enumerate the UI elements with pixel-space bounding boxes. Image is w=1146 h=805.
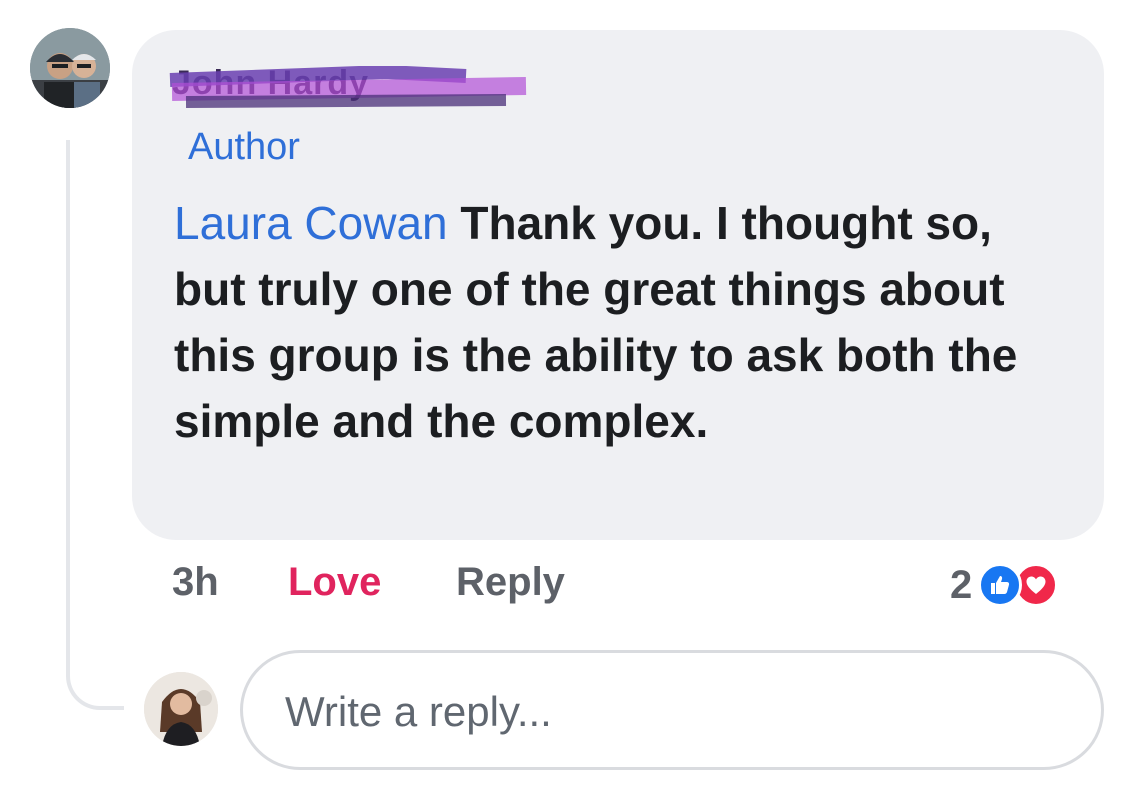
- reply-button[interactable]: Reply: [456, 560, 565, 612]
- comment-body: Laura Cowan Thank you. I thought so, but…: [174, 190, 1074, 454]
- author-name-wrapper: John Hardy: [169, 64, 527, 108]
- reaction-count: 2: [950, 562, 973, 607]
- thread-connector-line: [66, 140, 124, 710]
- author-name[interactable]: John Hardy: [172, 64, 369, 103]
- love-reaction-button[interactable]: Love: [288, 560, 381, 612]
- reply-composer[interactable]: [240, 650, 1104, 770]
- mention-link[interactable]: Laura Cowan: [174, 197, 448, 249]
- commenter-avatar[interactable]: [30, 28, 110, 108]
- current-user-avatar-photo: [144, 672, 218, 746]
- reaction-summary[interactable]: 2: [950, 558, 1059, 612]
- reply-input[interactable]: [283, 679, 1047, 745]
- commenter-avatar-photo: [30, 28, 110, 108]
- current-user-avatar[interactable]: [144, 672, 218, 746]
- comment-timestamp[interactable]: 3h: [172, 560, 219, 612]
- author-badge: Author: [188, 126, 300, 168]
- comment-bubble: John Hardy Author Laura Cowan Thank you.…: [132, 30, 1104, 540]
- thumbs-up-icon: [978, 563, 1023, 607]
